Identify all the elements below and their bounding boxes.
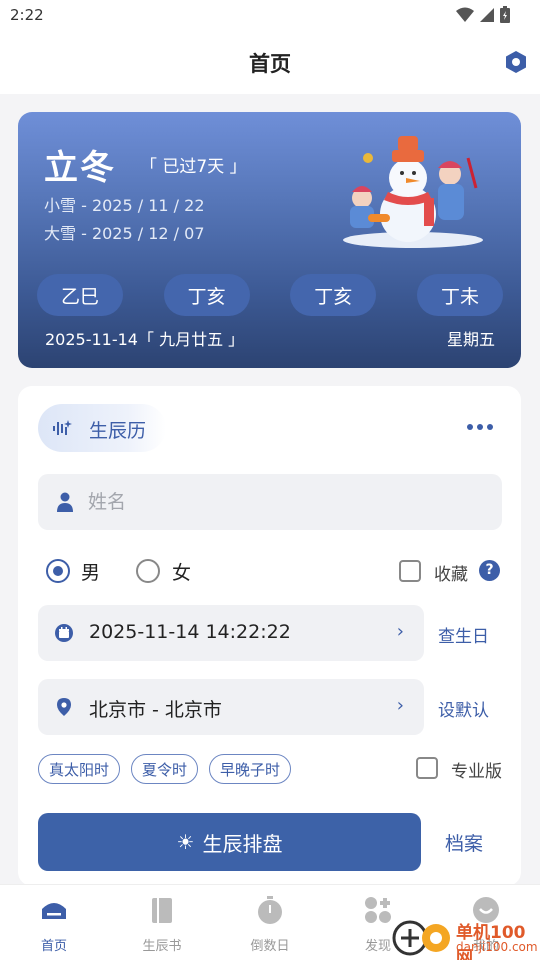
book-icon	[152, 898, 172, 923]
gender-female-radio[interactable]	[136, 559, 160, 583]
nav-countdown[interactable]: 倒数日	[216, 885, 324, 960]
site-watermark: 单机100网 danji100.com	[392, 914, 540, 960]
set-default-link[interactable]: 设默认	[438, 696, 489, 721]
pro-version-checkbox[interactable]	[416, 757, 438, 779]
archive-link[interactable]: 档案	[445, 829, 483, 856]
tab-birth-calendar[interactable]: 生辰历	[38, 404, 166, 452]
ganzhi-hour: 丁未	[416, 274, 503, 316]
location-pin-icon	[57, 698, 71, 716]
name-field[interactable]	[38, 474, 502, 530]
home-icon	[42, 903, 66, 919]
tag-daylight-saving[interactable]: 夏令时	[131, 754, 199, 784]
wifi-icon	[456, 7, 474, 22]
watermark-text-2: danji100.com	[456, 940, 538, 954]
option-tags: 真太阳时 夏令时 早晚子时	[38, 754, 292, 784]
check-birthday-link[interactable]: 查生日	[438, 622, 489, 647]
chevron-right-icon: ›	[396, 621, 404, 642]
chevron-right-icon: ›	[396, 695, 404, 716]
stopwatch-icon	[258, 896, 282, 924]
status-time: 2:22	[10, 6, 44, 24]
tag-early-late-zi[interactable]: 早晚子时	[209, 754, 292, 784]
today-date: 2025-11-14「 九月廿五 」	[45, 330, 245, 349]
sun-icon: ☀	[176, 830, 195, 854]
birth-location-field[interactable]: 北京市 - 北京市 ›	[38, 679, 424, 735]
ganzhi-day: 丁亥	[290, 274, 377, 316]
solar-term-name: 立冬	[44, 148, 116, 188]
help-icon[interactable]: ?	[479, 560, 500, 581]
solar-term-card[interactable]: 立冬 「 已过7天 」 小雪 - 2025 / 11 / 22 大雪 - 202…	[18, 112, 521, 368]
snowman-illustration	[343, 136, 483, 248]
sound-wave-icon	[53, 420, 72, 435]
pro-version-label[interactable]: 专业版	[451, 757, 502, 782]
nav-countdown-label: 倒数日	[250, 939, 290, 954]
gender-female-label[interactable]: 女	[172, 558, 191, 585]
next-term-1: 小雪 - 2025 / 11 / 22	[44, 196, 205, 215]
weekday: 星期五	[446, 330, 495, 349]
tag-true-solar-time[interactable]: 真太阳时	[38, 754, 121, 784]
birth-datetime-field[interactable]: 2025-11-14 14:22:22 ›	[38, 605, 424, 661]
gender-male-radio[interactable]	[46, 559, 70, 583]
gender-male-label[interactable]: 男	[81, 558, 100, 585]
birth-datetime-value: 2025-11-14 14:22:22	[89, 621, 291, 643]
next-term-2: 大雪 - 2025 / 12 / 07	[44, 224, 205, 243]
more-icon[interactable]	[467, 424, 493, 430]
app-header: 首页	[0, 30, 540, 94]
watermark-logo-icon	[392, 920, 450, 956]
ganzhi-month: 丁亥	[163, 274, 250, 316]
nav-home-label: 首页	[40, 939, 67, 954]
favorite-label[interactable]: 收藏	[434, 560, 468, 585]
days-passed-label: 「 已过7天 」	[140, 157, 247, 177]
person-icon	[57, 492, 73, 512]
settings-hex-icon[interactable]	[504, 50, 528, 74]
favorite-checkbox[interactable]	[399, 560, 421, 582]
nav-birth-book-label: 生辰书	[142, 939, 182, 954]
ganzhi-row: 乙巳 丁亥 丁亥 丁未	[37, 274, 503, 316]
tab-label: 生辰历	[89, 420, 147, 442]
status-icons	[456, 6, 510, 23]
discover-grid-icon	[365, 897, 391, 923]
submit-chart-button[interactable]: ☀ 生辰排盘	[38, 813, 421, 871]
nav-home[interactable]: 首页	[0, 885, 108, 960]
page-title: 首页	[249, 52, 291, 76]
submit-label: 生辰排盘	[202, 831, 283, 856]
status-bar: 2:22	[0, 0, 540, 30]
calendar-icon	[55, 624, 73, 642]
signal-icon	[480, 7, 494, 22]
ganzhi-year: 乙巳	[37, 274, 123, 316]
nav-birth-book[interactable]: 生辰书	[108, 885, 216, 960]
name-input[interactable]	[88, 474, 488, 530]
battery-icon	[500, 6, 510, 23]
birth-chart-form: 生辰历 男 女 收藏 ? 2025-11-14 14:22:22 › 查生日 北…	[18, 386, 521, 886]
birth-location-value: 北京市 - 北京市	[89, 699, 222, 721]
